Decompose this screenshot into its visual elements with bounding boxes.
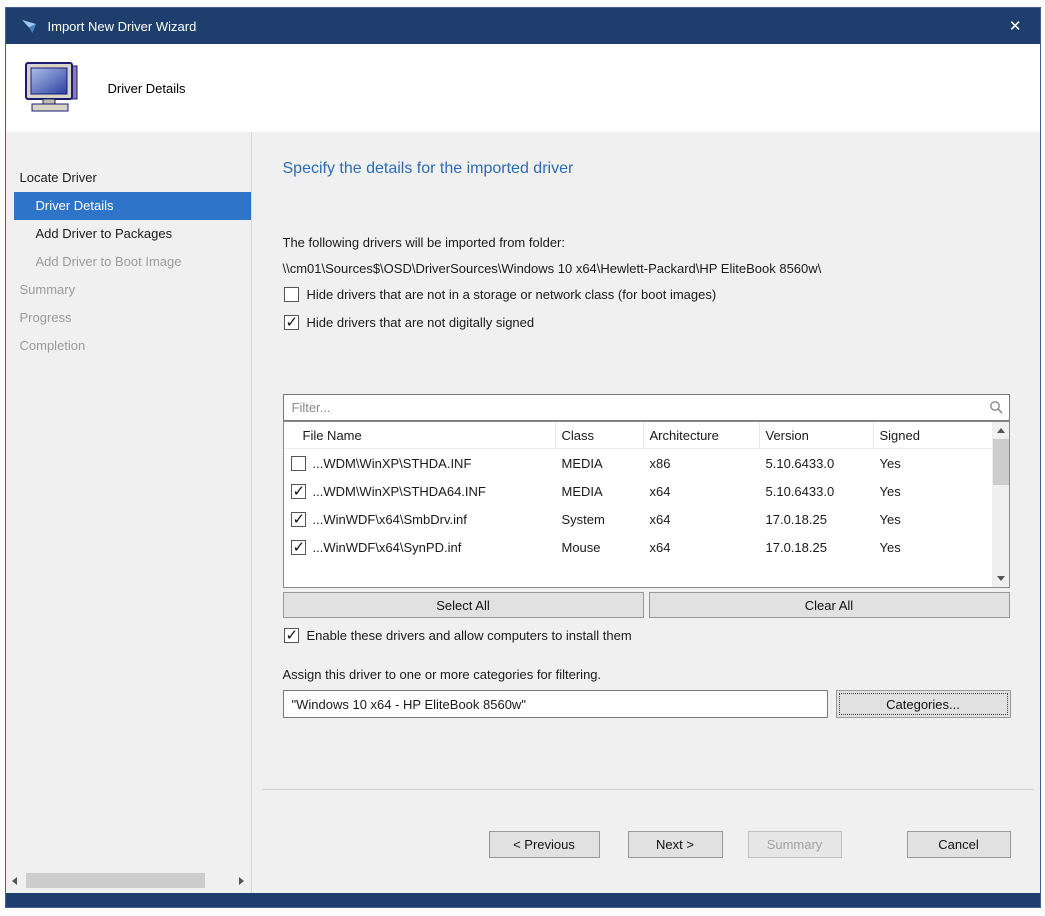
cell-architecture: x64 xyxy=(644,484,760,499)
list-header: File Name Class Architecture Version Sig… xyxy=(284,422,992,449)
clear-all-button[interactable]: Clear All xyxy=(649,592,1010,618)
cell-architecture: x64 xyxy=(644,540,760,555)
next-button[interactable]: Next > xyxy=(628,831,723,858)
list-item[interactable]: ...WinWDF\x64\SynPD.inf Mouse x64 17.0.1… xyxy=(284,533,992,561)
cell-signed: Yes xyxy=(874,484,992,499)
checkbox[interactable] xyxy=(291,484,306,499)
sidebar-item-progress: Progress xyxy=(6,304,251,332)
cell-version: 17.0.18.25 xyxy=(760,512,874,527)
checkbox[interactable] xyxy=(291,456,306,471)
scroll-left-icon[interactable] xyxy=(6,872,24,889)
checkbox[interactable] xyxy=(284,628,299,643)
sidebar-item-add-driver-to-packages[interactable]: Add Driver to Packages xyxy=(6,220,251,248)
content-heading: Specify the details for the imported dri… xyxy=(283,160,574,178)
cell-version: 17.0.18.25 xyxy=(760,540,874,555)
folder-label: The following drivers will be imported f… xyxy=(283,235,566,250)
checkbox[interactable] xyxy=(291,512,306,527)
cell-class: MEDIA xyxy=(556,456,644,471)
sidebar-item-locate-driver[interactable]: Locate Driver xyxy=(6,164,251,192)
cell-class: System xyxy=(556,512,644,527)
list-item[interactable]: ...WDM\WinXP\STHDA.INF MEDIA x86 5.10.64… xyxy=(284,449,992,477)
cell-architecture: x86 xyxy=(644,456,760,471)
list-item[interactable]: ...WinWDF\x64\SmbDrv.inf System x64 17.0… xyxy=(284,505,992,533)
hide-storage-checkbox-row[interactable]: Hide drivers that are not in a storage o… xyxy=(284,287,717,302)
column-header-class[interactable]: Class xyxy=(556,422,644,449)
sidebar-horizontal-scrollbar[interactable] xyxy=(6,872,251,889)
column-header-signed[interactable]: Signed xyxy=(874,422,992,449)
scrollbar-thumb[interactable] xyxy=(26,873,206,888)
categories-field[interactable] xyxy=(283,690,828,718)
cell-file-name: ...WDM\WinXP\STHDA64.INF xyxy=(313,484,486,499)
wizard-window: Import New Driver Wizard ✕ Driver Detail… xyxy=(5,7,1041,908)
driver-list: File Name Class Architecture Version Sig… xyxy=(283,421,1010,588)
scrollbar-track[interactable] xyxy=(24,872,233,889)
checkbox-label: Enable these drivers and allow computers… xyxy=(307,628,632,643)
sidebar-item-completion: Completion xyxy=(6,332,251,360)
checkbox-label: Hide drivers that are not digitally sign… xyxy=(307,315,535,330)
page-title: Driver Details xyxy=(108,81,186,96)
summary-button: Summary xyxy=(748,831,842,858)
scrollbar-thumb[interactable] xyxy=(993,439,1009,485)
checkbox-label: Hide drivers that are not in a storage o… xyxy=(307,287,717,302)
column-header-file-name[interactable]: File Name xyxy=(284,422,556,449)
cell-architecture: x64 xyxy=(644,512,760,527)
checkbox[interactable] xyxy=(284,315,299,330)
cell-signed: Yes xyxy=(874,456,992,471)
cell-class: MEDIA xyxy=(556,484,644,499)
cell-version: 5.10.6433.0 xyxy=(760,484,874,499)
scroll-right-icon[interactable] xyxy=(233,872,251,889)
categories-button[interactable]: Categories... xyxy=(836,690,1011,718)
sidebar-item-driver-details[interactable]: Driver Details xyxy=(14,192,251,220)
filter-input[interactable] xyxy=(283,394,1010,421)
select-all-button[interactable]: Select All xyxy=(283,592,644,618)
cell-signed: Yes xyxy=(874,540,992,555)
search-icon xyxy=(989,400,1003,414)
cell-file-name: ...WDM\WinXP\STHDA.INF xyxy=(313,456,472,471)
scroll-down-icon[interactable] xyxy=(993,570,1009,587)
categories-label: Assign this driver to one or more catego… xyxy=(283,667,602,682)
checkbox[interactable] xyxy=(291,540,306,555)
bottom-strip xyxy=(6,893,1040,907)
wizard-steps: Locate Driver Driver Details Add Driver … xyxy=(6,132,251,360)
computer-monitor-icon xyxy=(24,62,80,114)
title-bar: Import New Driver Wizard ✕ xyxy=(6,8,1040,44)
window-title: Import New Driver Wizard xyxy=(48,19,197,34)
footer-divider xyxy=(262,789,1034,790)
folder-path: \\cm01\Sources$\OSD\DriverSources\Window… xyxy=(283,261,822,276)
wizard-body: Locate Driver Driver Details Add Driver … xyxy=(6,132,1040,893)
selection-buttons: Select All Clear All xyxy=(283,592,1010,618)
app-icon xyxy=(20,17,38,35)
checkbox[interactable] xyxy=(284,287,299,302)
list-vertical-scrollbar[interactable] xyxy=(992,422,1009,587)
cell-file-name: ...WinWDF\x64\SynPD.inf xyxy=(313,540,462,555)
sidebar: Locate Driver Driver Details Add Driver … xyxy=(6,132,252,893)
previous-button[interactable]: < Previous xyxy=(489,831,600,858)
list-item[interactable]: ...WDM\WinXP\STHDA64.INF MEDIA x64 5.10.… xyxy=(284,477,992,505)
cancel-button[interactable]: Cancel xyxy=(907,831,1011,858)
filter-box xyxy=(283,394,1010,421)
main-content: Specify the details for the imported dri… xyxy=(252,132,1040,893)
cell-signed: Yes xyxy=(874,512,992,527)
cell-class: Mouse xyxy=(556,540,644,555)
scroll-up-icon[interactable] xyxy=(993,422,1009,439)
cell-file-name: ...WinWDF\x64\SmbDrv.inf xyxy=(313,512,467,527)
column-header-architecture[interactable]: Architecture xyxy=(644,422,760,449)
hide-unsigned-checkbox-row[interactable]: Hide drivers that are not digitally sign… xyxy=(284,315,535,330)
sidebar-item-add-driver-to-boot-image: Add Driver to Boot Image xyxy=(6,248,251,276)
cell-version: 5.10.6433.0 xyxy=(760,456,874,471)
column-header-version[interactable]: Version xyxy=(760,422,874,449)
wizard-header: Driver Details xyxy=(6,44,1040,132)
enable-drivers-checkbox-row[interactable]: Enable these drivers and allow computers… xyxy=(284,628,632,643)
sidebar-item-summary: Summary xyxy=(6,276,251,304)
close-icon[interactable]: ✕ xyxy=(1005,17,1026,36)
